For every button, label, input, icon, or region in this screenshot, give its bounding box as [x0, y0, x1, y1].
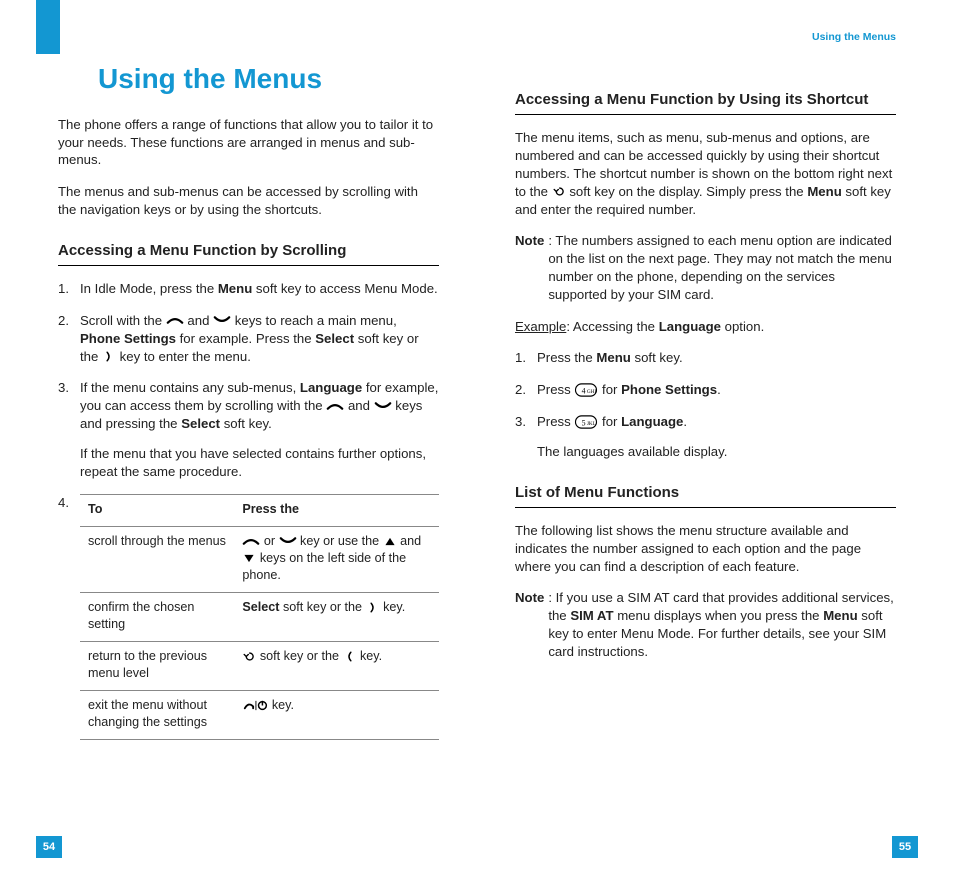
svg-text:JKL: JKL	[587, 421, 596, 427]
back-icon	[242, 651, 256, 662]
page-title: Using the Menus	[98, 60, 439, 98]
scrolling-steps: In Idle Mode, press the Menu soft key to…	[58, 280, 439, 740]
end-power-icon	[242, 699, 268, 712]
key-action-table: To Press the scroll through the menus or…	[80, 494, 439, 740]
body-paragraph: The menu items, such as menu, sub-menus …	[515, 129, 896, 218]
right-softkey-icon	[366, 602, 380, 613]
step-item: If the menu contains any sub-menus, Lang…	[58, 379, 439, 480]
nav-down-icon	[279, 535, 297, 547]
intro-paragraph: The phone offers a range of functions th…	[58, 116, 439, 169]
note-block: Note : The numbers assigned to each menu…	[515, 232, 896, 303]
example-line: Example: Accessing the Language option.	[515, 318, 896, 336]
back-icon	[552, 186, 566, 197]
step-item: In Idle Mode, press the Menu soft key to…	[58, 280, 439, 298]
page-number: 55	[892, 836, 918, 858]
vol-down-icon	[242, 553, 256, 564]
svg-text:4: 4	[582, 386, 586, 395]
left-softkey-icon	[342, 651, 356, 662]
table-header: To	[80, 495, 234, 527]
key-4-icon: 4GHI	[574, 383, 598, 397]
intro-paragraph: The menus and sub-menus can be accessed …	[58, 183, 439, 219]
section-heading-scrolling: Accessing a Menu Function by Scrolling	[58, 241, 439, 266]
nav-down-icon	[213, 314, 231, 326]
table-row: confirm the chosen setting Select soft k…	[80, 593, 439, 642]
svg-text:GHI: GHI	[587, 389, 597, 395]
page-left: Using the Menus The phone offers a range…	[0, 0, 477, 876]
table-row: exit the menu without changing the setti…	[80, 691, 439, 740]
nav-up-icon	[166, 314, 184, 326]
step-item: Scroll with the and keys to reach a main…	[58, 312, 439, 365]
table-row: return to the previous menu level soft k…	[80, 642, 439, 691]
side-tab	[36, 0, 60, 54]
body-paragraph: The following list shows the menu struct…	[515, 522, 896, 575]
page-right: Using the Menus Accessing a Menu Functio…	[477, 0, 954, 876]
section-heading-list: List of Menu Functions	[515, 483, 896, 508]
page-number: 54	[36, 836, 62, 858]
step-item: To Press the scroll through the menus or…	[58, 494, 439, 740]
nav-down-icon	[374, 400, 392, 412]
step-item: Press 4GHI for Phone Settings.	[515, 381, 896, 399]
key-5-icon: 5JKL	[574, 415, 598, 429]
vol-up-icon	[383, 536, 397, 547]
step-item: Press 5JKL for Language. The languages a…	[515, 413, 896, 461]
note-block: Note : If you use a SIM AT card that pro…	[515, 589, 896, 660]
svg-text:5: 5	[582, 418, 586, 427]
table-header: Press the	[234, 495, 439, 527]
table-row: scroll through the menus or key or use t…	[80, 527, 439, 593]
running-header: Using the Menus	[812, 30, 896, 44]
example-steps: Press the Menu soft key. Press 4GHI for …	[515, 349, 896, 460]
right-softkey-icon	[102, 351, 116, 362]
step-item: Press the Menu soft key.	[515, 349, 896, 367]
section-heading-shortcut: Accessing a Menu Function by Using its S…	[515, 90, 896, 115]
nav-up-icon	[326, 400, 344, 412]
page-spread: Using the Menus The phone offers a range…	[0, 0, 954, 876]
nav-up-icon	[242, 535, 260, 547]
